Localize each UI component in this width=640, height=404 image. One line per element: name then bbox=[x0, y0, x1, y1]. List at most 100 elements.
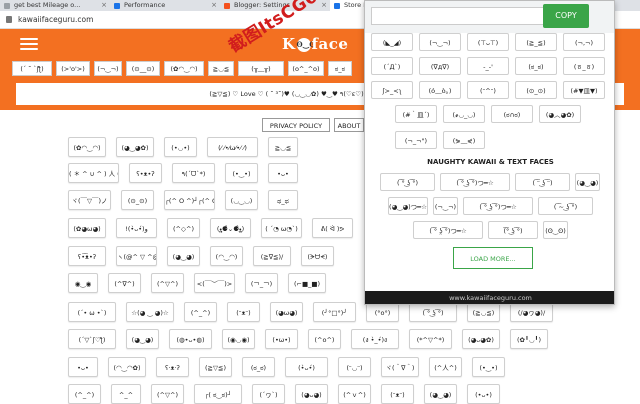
emoji-button[interactable]: (•‿•) bbox=[225, 163, 258, 183]
popup-emoji-button[interactable]: (⊤ᴗ⊤) bbox=[467, 33, 509, 51]
emoji-button[interactable]: ʕ•͡ᴥ•ʔ bbox=[68, 246, 106, 266]
emoji-button[interactable]: ٩(ˊᗜˋ*) bbox=[172, 163, 215, 183]
emoji-button[interactable]: ʕ•ᴥ•ʔ bbox=[129, 163, 162, 183]
emoji-button[interactable]: ◉‿◉ bbox=[68, 273, 98, 293]
emoji-button[interactable]: <(￣︶￣)> bbox=[194, 273, 235, 293]
emoji-button[interactable]: •ᴗ• bbox=[268, 163, 298, 183]
emoji-button[interactable]: (◕ᴗ◕✿) bbox=[462, 329, 500, 349]
emoji-button[interactable]: !(•̀ᴗ•́)و bbox=[116, 218, 157, 238]
emoji-button[interactable]: ಥ_ಥ bbox=[268, 190, 298, 210]
quick-face-button[interactable]: (⊙__⊙) bbox=[126, 61, 160, 76]
naughty-emoji-button[interactable]: (͡° ͜ʖ ͡°) bbox=[488, 221, 538, 239]
emoji-button[interactable]: (≧◡≦) bbox=[467, 302, 500, 322]
naughty-emoji-button[interactable]: (◕‿◕) bbox=[575, 173, 600, 191]
emoji-button[interactable]: (ᵔᴥᵔ) bbox=[381, 384, 414, 404]
emoji-button[interactable]: (^▽^) bbox=[151, 273, 184, 293]
popup-emoji-button[interactable]: (#▼皿▼) bbox=[563, 81, 605, 99]
emoji-button[interactable]: (´ヮ`) bbox=[252, 384, 285, 404]
emoji-button[interactable]: (◍•ᴗ•◍) bbox=[169, 329, 212, 349]
popup-emoji-button[interactable]: (¬‿¬) bbox=[419, 33, 461, 51]
browser-tab[interactable]: get best Mileage o... × bbox=[0, 0, 110, 11]
naughty-emoji-button[interactable]: ( ͡° ͜ʖ ͡°)つ━☆ bbox=[463, 197, 533, 215]
emoji-button[interactable]: (◕‿◕) bbox=[167, 246, 200, 266]
emoji-button[interactable]: (￢_￢) bbox=[245, 273, 278, 293]
emoji-button[interactable]: (^人^) bbox=[429, 357, 462, 377]
naughty-emoji-button[interactable]: ( ͡° ʖ̯ ͡°)つ━☆ bbox=[413, 221, 483, 239]
emoji-button[interactable]: ≧◡≦ bbox=[268, 137, 298, 157]
emoji-button[interactable]: (^∇^) bbox=[108, 273, 141, 293]
naughty-emoji-button[interactable]: (ʘ‿ʘ) bbox=[543, 221, 568, 239]
about-link[interactable]: ABOUT bbox=[334, 118, 364, 132]
emoji-button[interactable]: ☆(◕ ‿ ◕)☆ bbox=[126, 302, 174, 322]
emoji-button[interactable]: (◕‿◕✿) bbox=[116, 137, 154, 157]
emoji-button[interactable]: (^▽^) bbox=[151, 384, 184, 404]
privacy-policy-link[interactable]: PRIVACY POLICY bbox=[262, 118, 330, 132]
popup-emoji-button[interactable]: (⊙_⊙) bbox=[515, 81, 557, 99]
popup-emoji-button[interactable]: (ó﹏ò｡) bbox=[419, 81, 461, 99]
naughty-emoji-button[interactable]: ( ͡° ͜ʖ ͡°) bbox=[380, 173, 435, 191]
popup-emoji-button[interactable]: (≧_≦) bbox=[515, 33, 557, 51]
popup-emoji-button[interactable]: (◕︿◕✿) bbox=[539, 105, 581, 123]
quick-face-button[interactable]: (>'o'>) bbox=[56, 61, 90, 76]
emoji-button[interactable]: (◕ᴗ◕) bbox=[295, 384, 328, 404]
emoji-button[interactable]: (•ω•) bbox=[265, 329, 298, 349]
naughty-emoji-button[interactable]: (¬‿¬) bbox=[433, 197, 458, 215]
copy-button[interactable]: COPY bbox=[543, 4, 589, 28]
emoji-button[interactable]: (≧▽≦) bbox=[199, 357, 232, 377]
popup-emoji-button[interactable]: -_-' bbox=[467, 57, 509, 75]
popup-emoji-button[interactable]: (◣_◢) bbox=[371, 33, 413, 51]
emoji-button[interactable]: ヽ(@^ ▽ ^@)ﾉ bbox=[116, 246, 157, 266]
popup-emoji-button[interactable]: (ಠ_ಠ) bbox=[515, 57, 557, 75]
emoji-button[interactable]: (^◇^) bbox=[167, 218, 200, 238]
quick-face-button[interactable]: (´ ˘ `ʃƪ) bbox=[12, 61, 52, 76]
popup-emoji-button[interactable]: (ಠ∩ಠ) bbox=[491, 105, 533, 123]
emoji-button[interactable]: (⊙_⊙) bbox=[121, 190, 154, 210]
emoji-button[interactable]: (•‿•) bbox=[472, 357, 505, 377]
emoji-button[interactable]: (ᗒᗨᗕ) bbox=[301, 246, 334, 266]
close-tab-icon[interactable]: × bbox=[211, 0, 217, 11]
emoji-button[interactable]: (•ૢ⚈͒⌄⚈͒•ૢ) bbox=[210, 218, 251, 238]
naughty-emoji-button[interactable]: ( ͡ᵔ ͜ʖ ͡ᵔ) bbox=[515, 173, 570, 191]
quick-face-button[interactable]: ≧◡≦ bbox=[208, 61, 234, 76]
emoji-button[interactable]: (´▽`ʃ♡ƪ) bbox=[68, 329, 116, 349]
quick-face-button[interactable]: ಠ_ಠ bbox=[328, 61, 352, 76]
browser-tab[interactable]: Performance × bbox=[110, 0, 220, 11]
emoji-button[interactable]: (⁄ ⁄•⁄ω⁄•⁄ ⁄) bbox=[207, 137, 258, 157]
emoji-button[interactable]: (◡‿◡) bbox=[225, 190, 258, 210]
popup-emoji-button[interactable]: (¬_¬") bbox=[395, 131, 437, 149]
emoji-button[interactable]: (^ｖ^) bbox=[338, 384, 371, 404]
emoji-button[interactable]: ヾ(￣▽￣)ノ bbox=[68, 190, 111, 210]
emoji-button[interactable]: (◕ω◕) bbox=[270, 302, 303, 322]
emoji-button[interactable]: (◉◡◉) bbox=[222, 329, 255, 349]
emoji-button[interactable]: (*^▽^*) bbox=[409, 329, 452, 349]
popup-emoji-button[interactable]: ʃ>_<ʅ bbox=[371, 81, 413, 99]
popup-emoji-button[interactable]: (#｀皿´) bbox=[395, 105, 437, 123]
emoji-button[interactable]: ( ´◔ ω◔`) bbox=[261, 218, 302, 238]
emoji-button[interactable]: ( ͡° ͜ʖ ͡°) bbox=[409, 302, 457, 322]
emoji-button[interactable]: (•ᴗ•) bbox=[467, 384, 500, 404]
emoji-button[interactable]: (◠‿◠) bbox=[210, 246, 243, 266]
emoji-button[interactable]: (°o°) bbox=[366, 302, 399, 322]
emoji-button[interactable]: ^_^ bbox=[111, 384, 141, 404]
emoji-button[interactable]: (/◕ヮ◕)/ bbox=[510, 302, 553, 322]
hamburger-menu-icon[interactable] bbox=[20, 38, 38, 50]
emoji-button[interactable]: (≧∇≦)/ bbox=[253, 246, 291, 266]
emoji-button[interactable]: (◕‿◕) bbox=[424, 384, 457, 404]
emoji-button[interactable]: (^_^) bbox=[68, 384, 101, 404]
emoji-button[interactable]: (ᵔᴥᵔ) bbox=[227, 302, 260, 322]
emoji-button[interactable]: (•̀ᴗ•́) bbox=[285, 357, 328, 377]
emoji-button[interactable]: ┌(^ O ^)┘┌(^ O ^)┘ bbox=[164, 190, 215, 210]
popup-emoji-button[interactable]: (ㆆ_ㆆ) bbox=[563, 57, 605, 75]
quick-face-button[interactable]: (✿◠‿◠) bbox=[164, 61, 204, 76]
browser-tab-active[interactable]: Store L... bbox=[330, 0, 364, 11]
emoji-button[interactable]: ( ＊ ^ ∪ ^ ) 人 (≧∀≦*) bbox=[68, 163, 119, 183]
load-more-button[interactable]: LOAD MORE... bbox=[453, 247, 533, 269]
naughty-emoji-button[interactable]: ( ͡~ ͜ʖ ͡°) bbox=[538, 197, 593, 215]
emoji-button[interactable]: ┌( ಠ‿ಠ)┘ bbox=[194, 384, 242, 404]
quick-face-button[interactable]: (o^_^o) bbox=[288, 61, 324, 76]
emoji-button[interactable]: (◠‿◠✿) bbox=[108, 357, 146, 377]
close-tab-icon[interactable]: × bbox=[101, 0, 107, 11]
quick-face-button[interactable]: (¬‿¬) bbox=[94, 61, 122, 76]
emoji-button[interactable]: (•◡•) bbox=[164, 137, 197, 157]
emoji-button[interactable]: (ง •̀_•́)ง bbox=[351, 329, 399, 349]
